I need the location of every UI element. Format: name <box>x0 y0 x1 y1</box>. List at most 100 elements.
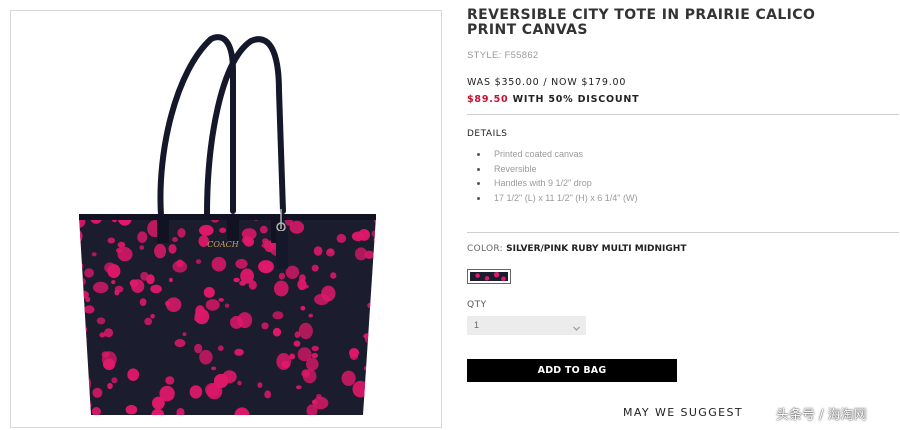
bag-print-flower <box>168 244 177 254</box>
bag-print-flower <box>311 345 319 352</box>
bag-print-flower <box>306 357 319 371</box>
bag-print-flower <box>79 261 84 271</box>
bag-print-flower <box>70 340 76 344</box>
tote-bag-image: COACH <box>69 34 376 415</box>
bag-print-flower <box>234 407 250 415</box>
bag-print-flower <box>91 252 97 257</box>
bag-print-flower <box>137 231 148 243</box>
bag-print-flower <box>321 285 336 302</box>
qty-selected-value: 1 <box>474 320 480 330</box>
bag-print-flower <box>261 322 269 330</box>
bag-print-flower <box>103 358 116 371</box>
bag-print-flower <box>341 370 356 386</box>
add-to-bag-button[interactable]: ADD TO BAG <box>467 359 677 382</box>
bag-print-flower <box>330 272 337 279</box>
bag-print-flower <box>92 387 103 398</box>
bag-print-flower <box>326 248 335 257</box>
bag-print-flower <box>298 322 313 340</box>
bag-print-flower <box>79 292 84 308</box>
bag-print-flower <box>296 385 302 390</box>
color-swatch[interactable] <box>467 269 511 284</box>
bag-print-flower <box>195 259 202 264</box>
bag-print-flower <box>199 349 213 365</box>
bag-print-flower <box>306 404 318 415</box>
product-title: REVERSIBLE CITY TOTE IN PRAIRIE CALICO P… <box>467 7 816 38</box>
bag-print-flower <box>272 311 284 320</box>
bag-print-flower <box>262 238 269 244</box>
bag-print-flower <box>189 385 203 399</box>
bag-print-flower <box>355 247 368 261</box>
divider <box>467 232 899 233</box>
bag-logo: COACH <box>207 240 240 249</box>
bag-print-flower <box>91 407 102 415</box>
bag-print-flower <box>373 233 376 247</box>
bag-print-flower <box>146 274 155 285</box>
bag-print-flower <box>363 365 372 372</box>
bag-print-flower <box>261 263 271 273</box>
bag-print-flower <box>117 247 133 262</box>
bag-handle-tab <box>157 215 169 243</box>
bag-print-flower <box>79 290 90 299</box>
bag-print-flower <box>194 316 202 322</box>
bag-print-flower <box>257 382 263 388</box>
bag-print-flower <box>217 345 224 352</box>
bag-print-flower <box>165 300 171 307</box>
qty-select[interactable]: 1 <box>467 316 586 335</box>
details-item: Handles with 9 1/2" drop <box>475 176 637 191</box>
watermark-text: 头条号 / 海淘网 <box>776 408 867 423</box>
bag-print-flower <box>195 305 206 317</box>
bag-print-flower <box>79 374 92 393</box>
bag-print-flower <box>358 229 370 241</box>
bag-print-flower <box>107 382 113 390</box>
bag-print-flower <box>261 243 269 248</box>
bag-print-flower <box>308 313 314 318</box>
bag-print-flower <box>233 277 240 283</box>
bag-handle-left <box>157 34 236 218</box>
bag-print-flower <box>150 284 162 294</box>
color-swatch-chip <box>470 272 508 281</box>
bag-print-flower <box>85 401 92 409</box>
bag-print-flower <box>311 399 318 405</box>
bag-print-flower <box>152 396 165 410</box>
bag-print-flower <box>211 256 227 272</box>
details-heading: DETAILS <box>467 129 508 139</box>
bag-print-flower <box>274 280 289 297</box>
product-style-number: STYLE: F55862 <box>467 50 539 61</box>
bag-print-flower <box>93 281 109 294</box>
bag-hang-tag <box>276 231 288 269</box>
bag-print-flower <box>177 228 186 238</box>
discount-text: WITH 50% DISCOUNT <box>508 94 640 105</box>
discount-line: $89.50 WITH 50% DISCOUNT <box>467 94 639 105</box>
bag-print-flower <box>367 302 375 309</box>
bag-print-flower <box>224 303 230 308</box>
bag-print-flower <box>84 268 95 278</box>
details-item: Printed coated canvas <box>475 147 637 162</box>
bag-print-flower <box>96 317 106 325</box>
bag-print-flower <box>151 408 165 415</box>
bag-print-flower <box>194 343 203 354</box>
bag-print-flower <box>302 369 317 384</box>
bag-print-flower <box>363 333 371 339</box>
bag-print-flower <box>237 380 242 386</box>
bag-print-flower <box>172 260 188 273</box>
bag-print-flower <box>172 237 178 242</box>
product-image-frame: COACH <box>10 10 442 428</box>
bag-handle-right <box>204 36 286 218</box>
bag-print-flower <box>278 272 285 280</box>
bag-print-flower <box>234 348 244 356</box>
bag-print-flower <box>213 373 229 389</box>
bag-print-flower <box>248 280 257 290</box>
bag-print-flower <box>69 303 76 311</box>
bag-print-flower <box>111 280 116 285</box>
bag-print-flower <box>313 246 323 256</box>
color-value: SILVER/PINK RUBY MULTI MIDNIGHT <box>506 244 687 254</box>
bag-print-flower <box>199 224 214 236</box>
bag-print-flower <box>211 366 217 371</box>
bag-print-flower <box>293 340 301 347</box>
bag-print-flower <box>139 245 145 250</box>
bag-print-flower <box>114 285 124 293</box>
bag-print-flower <box>243 237 255 247</box>
bag-print-flower <box>182 332 187 337</box>
bag-print-flower <box>336 233 347 243</box>
bag-print-flower <box>139 298 147 306</box>
